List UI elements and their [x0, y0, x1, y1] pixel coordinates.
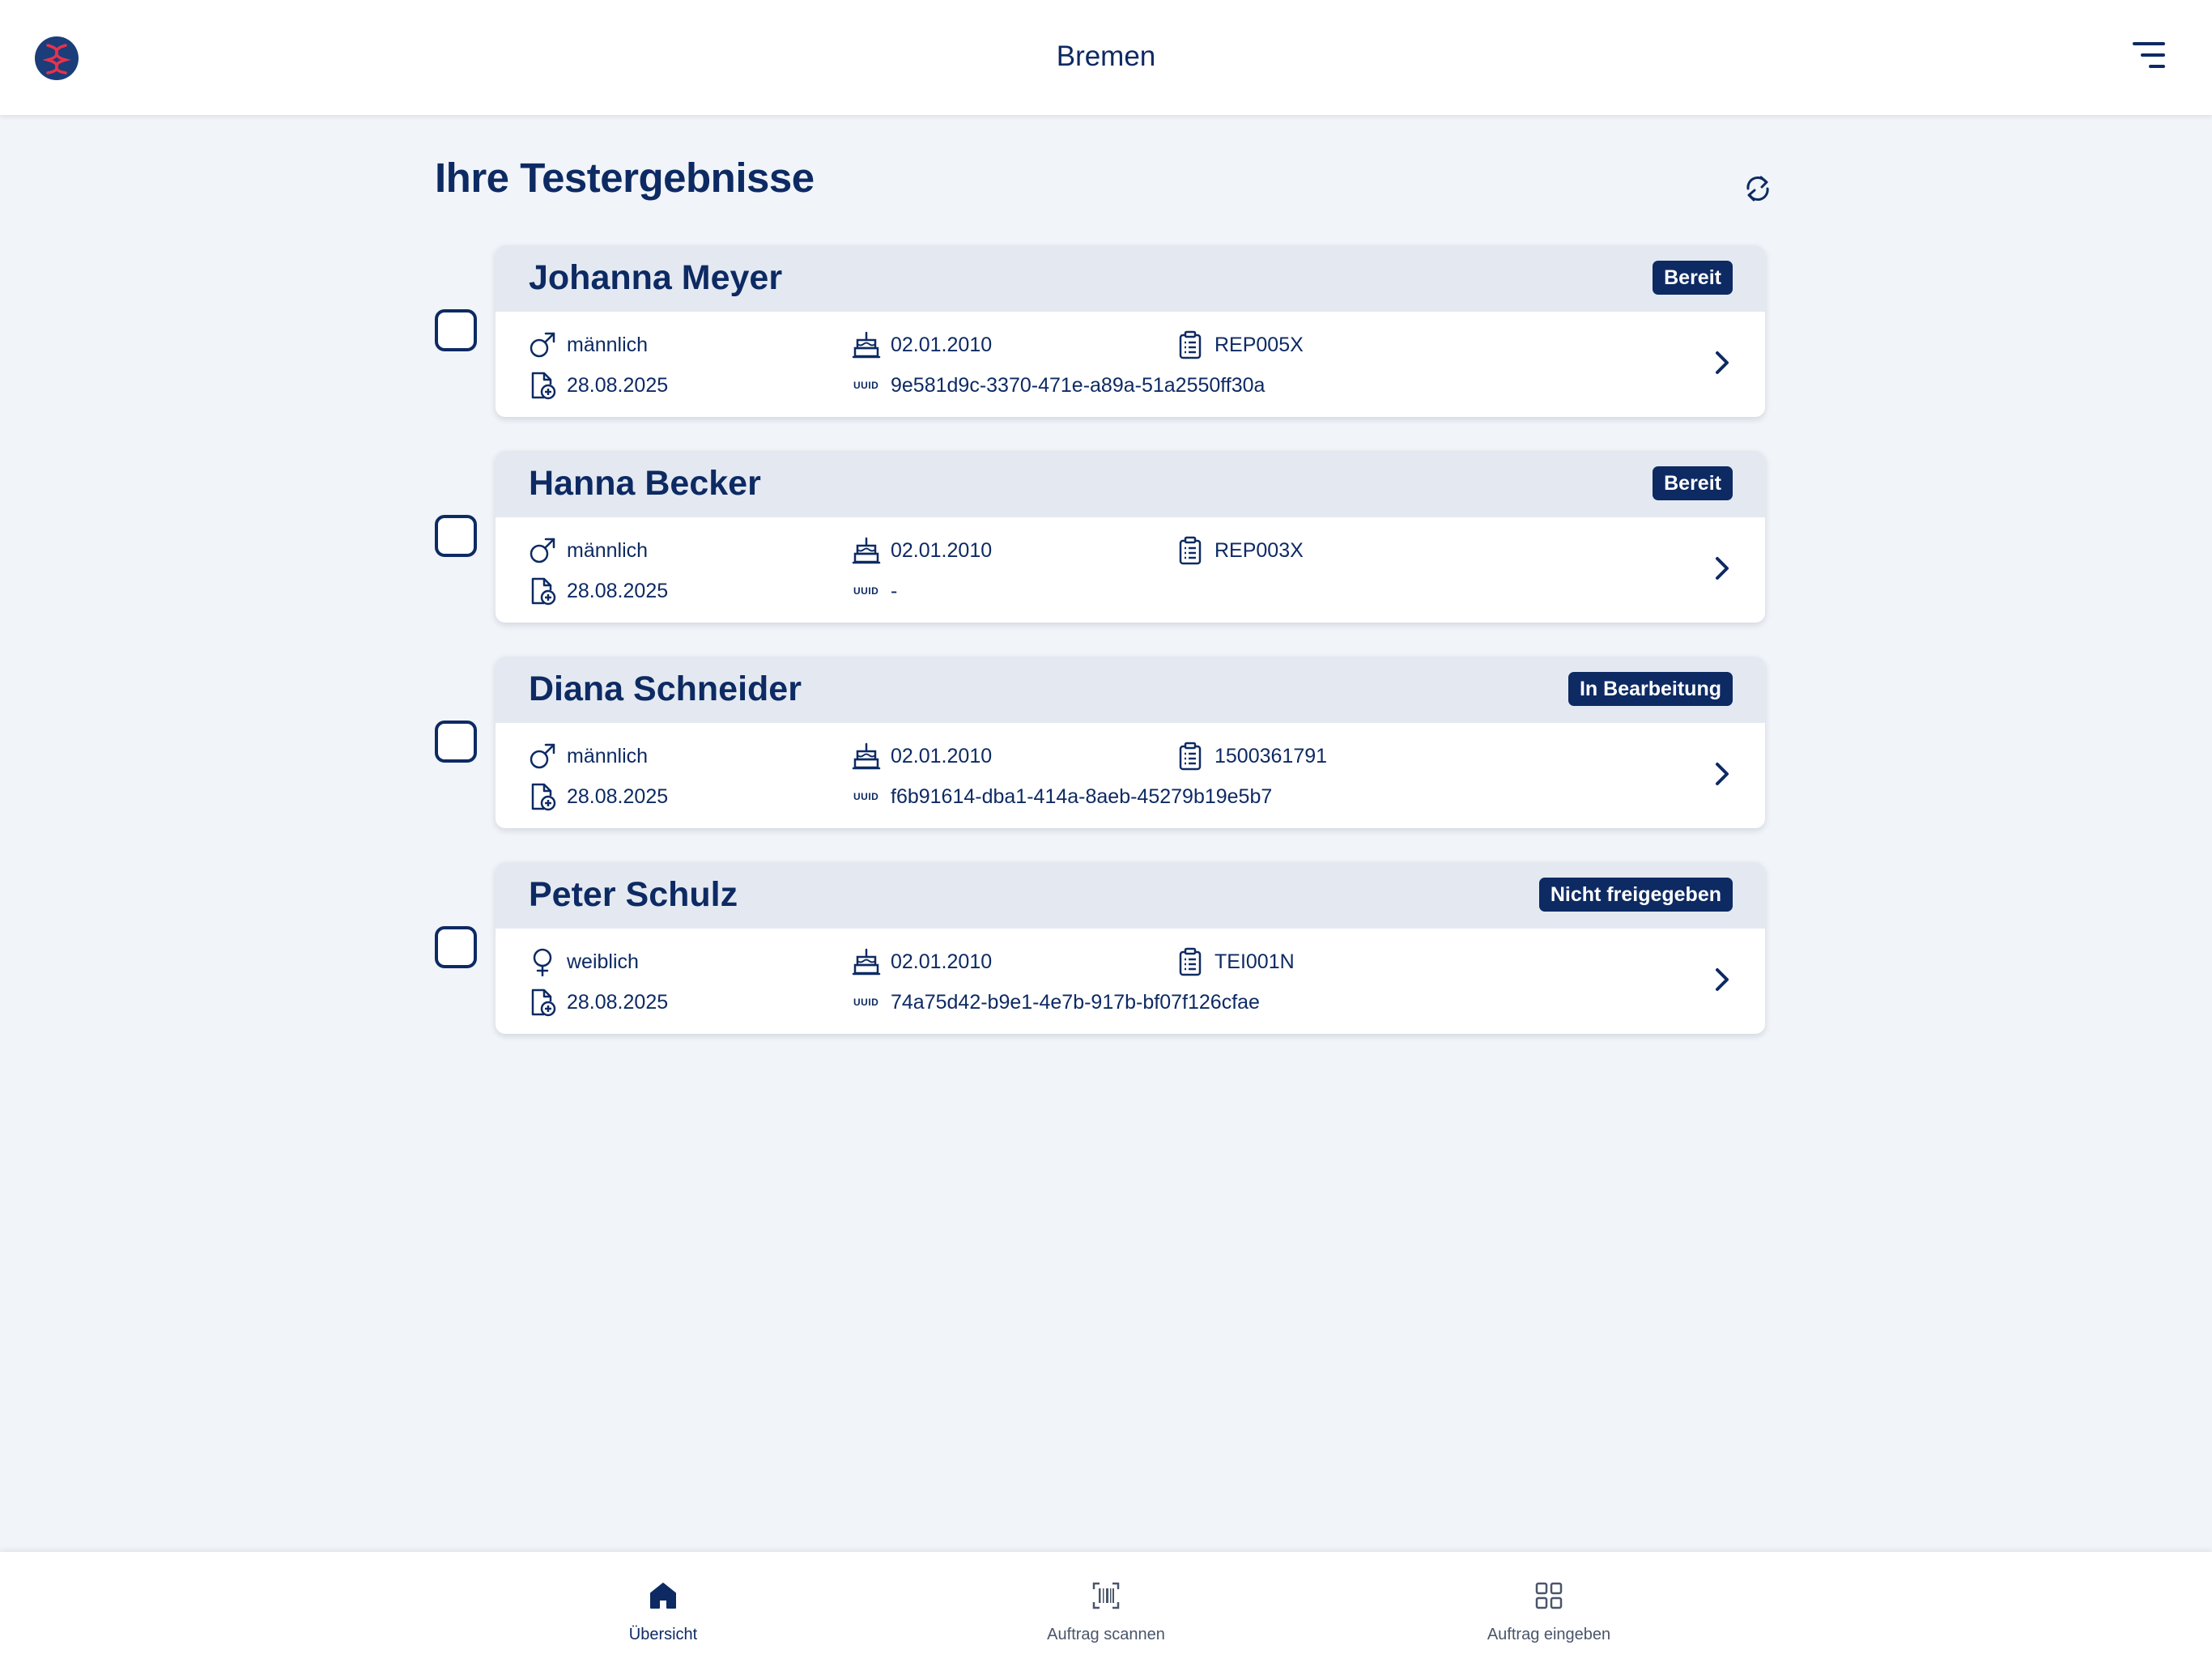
gender-field: weiblich	[528, 946, 639, 978]
uuid-label: UUID	[853, 585, 879, 597]
select-checkbox[interactable]	[435, 515, 477, 557]
gender-value: männlich	[567, 744, 649, 767]
female-icon	[533, 948, 552, 976]
gender-field: männlich	[528, 329, 648, 361]
birthdate-field: 02.01.2010	[852, 946, 992, 978]
chevron-right-icon[interactable]	[1710, 758, 1734, 790]
created-date-field: 28.08.2025	[528, 780, 668, 813]
refresh-icon[interactable]	[1742, 172, 1774, 205]
gender-value: männlich	[567, 333, 649, 356]
status-badge: Nicht freigegeben	[1538, 878, 1733, 912]
document-add-icon	[531, 988, 556, 1017]
document-add-icon	[531, 577, 556, 606]
male-icon	[530, 538, 555, 563]
birthdate-value: 02.01.2010	[891, 333, 993, 356]
order-id-value: 1500361791	[1214, 744, 1328, 767]
uuid-label: UUID	[853, 380, 879, 391]
male-icon	[530, 743, 555, 769]
page-title: Ihre Testergebnisse	[435, 155, 815, 201]
result-card[interactable]: Peter Schulz Nicht freigegeben weiblich 02.…	[496, 862, 1765, 1034]
clipboard-icon	[1179, 947, 1202, 976]
uuid-label: UUID	[853, 997, 879, 1008]
male-icon	[530, 332, 555, 358]
tab-label: Auftrag scannen	[1047, 1626, 1165, 1643]
birthdate-value: 02.01.2010	[891, 950, 993, 973]
uuid-field: UUID -	[853, 575, 897, 607]
status-badge: Bereit	[1653, 466, 1733, 500]
card-header: Johanna Meyer Bereit	[496, 245, 1765, 312]
select-checkbox[interactable]	[435, 926, 477, 968]
created-date-field: 28.08.2025	[528, 986, 668, 1018]
order-id-field: 1500361791	[1176, 740, 1327, 772]
birthday-cake-icon	[852, 948, 881, 976]
select-checkbox[interactable]	[435, 721, 477, 763]
uuid-value: f6b91614-dba1-414a-8aeb-45279b19e5b7	[891, 784, 1273, 808]
result-card[interactable]: Johanna Meyer Bereit männlich 02.01.2010 REP…	[496, 245, 1765, 417]
clipboard-icon	[1179, 536, 1202, 565]
uuid-field: UUID f6b91614-dba1-414a-8aeb-45279b19e5b7	[853, 780, 1272, 813]
order-id-value: REP003X	[1214, 538, 1304, 562]
birthdate-field: 02.01.2010	[852, 740, 992, 772]
result-card[interactable]: Hanna Becker Bereit männlich 02.01.2010 REP0…	[496, 451, 1765, 623]
birthdate-value: 02.01.2010	[891, 538, 993, 562]
card-header: Hanna Becker Bereit	[496, 451, 1765, 517]
created-date-value: 28.08.2025	[567, 373, 669, 397]
order-id-field: REP003X	[1176, 534, 1304, 567]
tab-label: Übersicht	[628, 1626, 698, 1643]
birthday-cake-icon	[852, 742, 881, 770]
chevron-right-icon[interactable]	[1710, 963, 1734, 996]
birthdate-value: 02.01.2010	[891, 744, 993, 767]
chevron-right-icon[interactable]	[1710, 346, 1734, 379]
chevron-right-icon[interactable]	[1710, 552, 1734, 585]
created-date-value: 28.08.2025	[567, 579, 669, 602]
menu-icon[interactable]	[2131, 37, 2167, 73]
result-card[interactable]: Diana Schneider In Bearbeitung männlich 02.…	[496, 657, 1765, 828]
select-checkbox[interactable]	[435, 309, 477, 351]
uuid-label: UUID	[853, 791, 879, 802]
created-date-value: 28.08.2025	[567, 784, 669, 808]
birthday-cake-icon	[852, 331, 881, 359]
grid-icon	[1535, 1582, 1563, 1609]
uuid-value: 74a75d42-b9e1-4e7b-917b-bf07f126cfae	[891, 990, 1260, 1014]
document-add-icon	[531, 783, 556, 811]
created-date-field: 28.08.2025	[528, 369, 668, 402]
gender-value: weiblich	[567, 950, 639, 973]
uuid-value: 9e581d9c-3370-471e-a89a-51a2550ff30a	[891, 373, 1266, 397]
top-bar: Bremen	[0, 0, 2212, 115]
home-icon	[650, 1583, 676, 1609]
clipboard-icon	[1179, 742, 1202, 771]
document-add-icon	[531, 372, 556, 400]
card-header: Diana Schneider In Bearbeitung	[496, 657, 1765, 723]
tab-scan-order[interactable]: Auftrag scannen	[985, 1552, 1227, 1658]
order-id-field: REP005X	[1176, 329, 1304, 361]
clipboard-icon	[1179, 330, 1202, 359]
order-id-value: TEI001N	[1214, 950, 1295, 973]
scan-icon	[1092, 1582, 1120, 1609]
uuid-value: -	[891, 579, 898, 602]
order-id-value: REP005X	[1214, 333, 1304, 356]
birthdate-field: 02.01.2010	[852, 329, 992, 361]
patient-name: Peter Schulz	[529, 875, 738, 914]
gender-field: männlich	[528, 740, 648, 772]
status-badge: In Bearbeitung	[1568, 672, 1733, 706]
patient-name: Johanna Meyer	[529, 258, 783, 297]
order-id-field: TEI001N	[1176, 946, 1295, 978]
card-header: Peter Schulz Nicht freigegeben	[496, 862, 1765, 929]
bottom-navigation: Übersicht Auftrag scannen Auftrag eingeb…	[0, 1552, 2212, 1658]
birthdate-field: 02.01.2010	[852, 534, 992, 567]
tab-overview[interactable]: Übersicht	[542, 1552, 785, 1658]
status-badge: Bereit	[1653, 261, 1733, 295]
created-date-field: 28.08.2025	[528, 575, 668, 607]
created-date-value: 28.08.2025	[567, 990, 669, 1014]
uuid-field: UUID 74a75d42-b9e1-4e7b-917b-bf07f126cfae	[853, 986, 1260, 1018]
gender-field: männlich	[528, 534, 648, 567]
tab-enter-order[interactable]: Auftrag eingeben	[1427, 1552, 1670, 1658]
patient-name: Diana Schneider	[529, 670, 802, 708]
location-title: Bremen	[1056, 40, 1156, 72]
birthday-cake-icon	[852, 537, 881, 564]
patient-name: Hanna Becker	[529, 464, 761, 503]
tab-label: Auftrag eingeben	[1487, 1626, 1611, 1643]
gender-value: männlich	[567, 538, 649, 562]
uuid-field: UUID 9e581d9c-3370-471e-a89a-51a2550ff30a	[853, 369, 1265, 402]
